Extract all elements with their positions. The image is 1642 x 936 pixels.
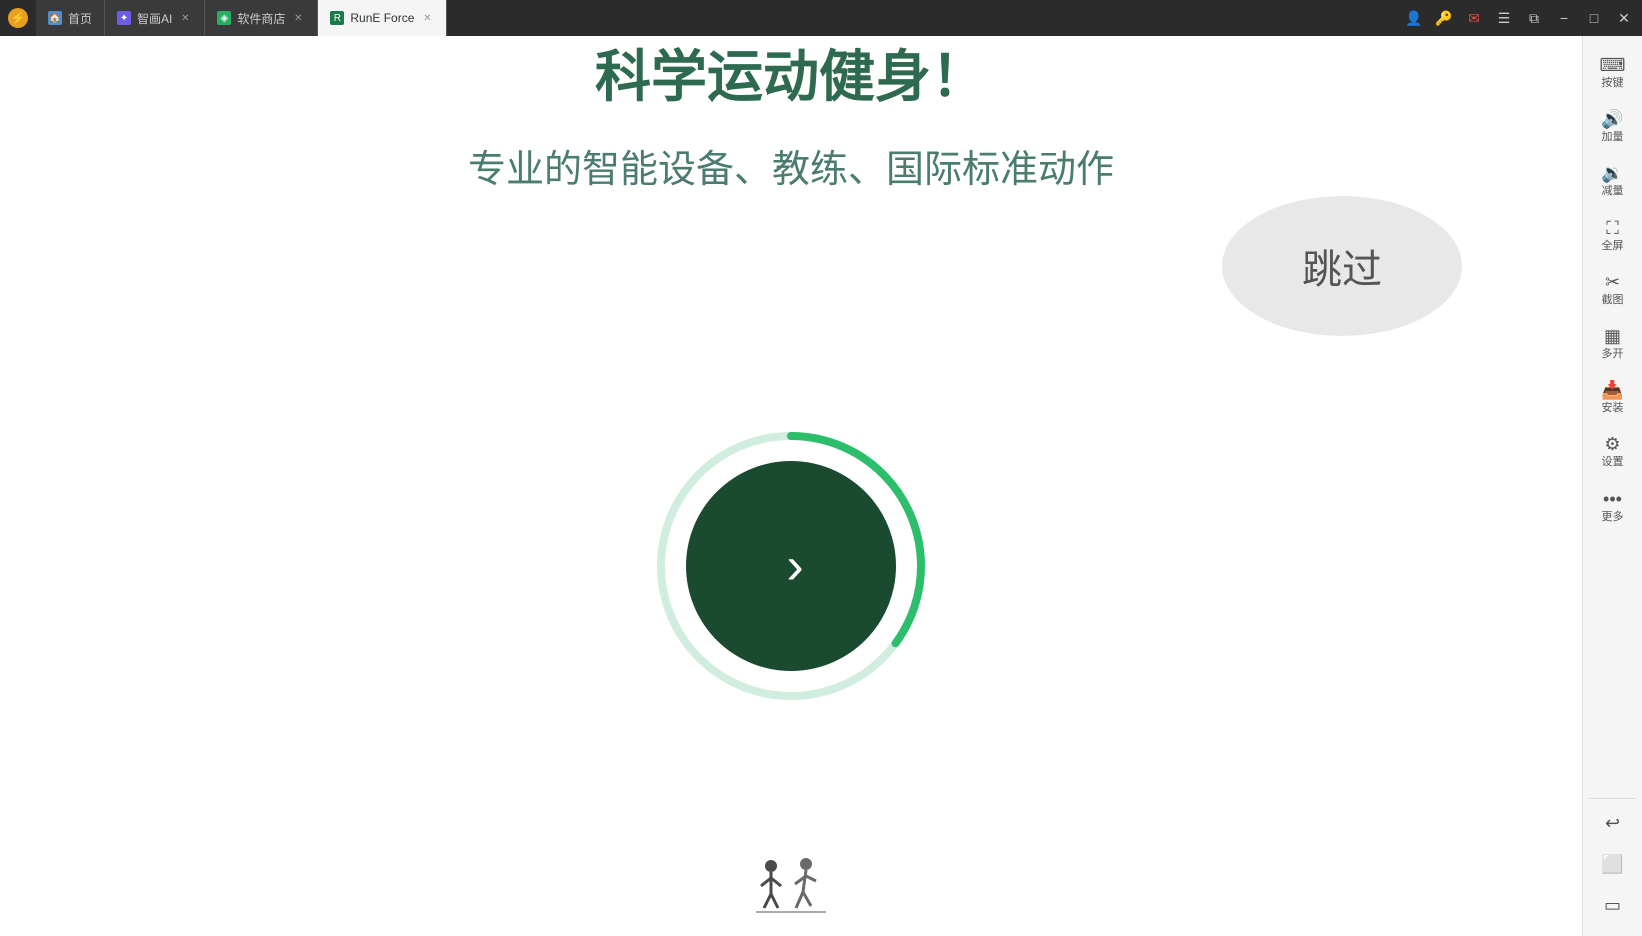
main-area: 科学运动健身！ 专业的智能设备、教练、国际标准动作 跳过: [0, 36, 1642, 936]
account-button[interactable]: 🔑: [1430, 4, 1458, 32]
sidebar-label-multi: 多开: [1602, 348, 1624, 361]
bottom-figure: [751, 856, 831, 916]
sidebar-item-volume-up[interactable]: 🔊 加量: [1583, 100, 1642, 154]
sidebar-bottom: ↩ ⬜ ▭: [1583, 794, 1642, 926]
tab-label-ai: 智画AI: [137, 10, 172, 27]
tab-label-home: 首页: [68, 10, 92, 27]
sidebar-home-nav-button[interactable]: ⬜: [1583, 844, 1642, 885]
app-icon: ⚡: [0, 0, 36, 36]
sidebar-label-keys: 按键: [1602, 77, 1624, 90]
back-icon: ↩: [1605, 813, 1620, 834]
sidebar-label-fullscreen: 全屏: [1602, 240, 1624, 253]
profile-button[interactable]: 👤: [1400, 4, 1428, 32]
sidebar-item-volume-down[interactable]: 🔉 减量: [1583, 154, 1642, 208]
subtitle: 专业的智能设备、教练、国际标准动作: [468, 138, 1114, 193]
sidebar-item-settings[interactable]: ⚙ 设置: [1583, 425, 1642, 479]
sidebar-label-settings: 设置: [1602, 456, 1624, 469]
titlebar-left: ⚡ 🏠 首页 ✦ 智画AI ✕ ◈ 软件商店 ✕ R RunE Force ✕: [0, 0, 1400, 36]
sidebar-item-screenshot[interactable]: ✂ 截图: [1583, 263, 1642, 317]
tab-close-ai[interactable]: ✕: [178, 11, 192, 25]
menu-button[interactable]: ☰: [1490, 4, 1518, 32]
sidebar-label-volume-down: 减量: [1602, 185, 1624, 198]
tab-favicon-home: 🏠: [48, 11, 62, 25]
maximize-button[interactable]: □: [1580, 4, 1608, 32]
svg-text:⚡: ⚡: [11, 11, 26, 25]
tab-ai[interactable]: ✦ 智画AI ✕: [105, 0, 205, 36]
volume-down-icon: 🔉: [1601, 164, 1623, 182]
tab-favicon-ai: ✦: [117, 11, 131, 25]
install-icon: 📥: [1601, 381, 1623, 399]
sidebar-item-more[interactable]: ••• 更多: [1583, 480, 1642, 534]
circle-progress-container: ›: [651, 426, 931, 706]
recent-icon: ▭: [1604, 895, 1621, 916]
sidebar-back-button[interactable]: ↩: [1583, 803, 1642, 844]
content-area: 科学运动健身！ 专业的智能设备、教练、国际标准动作 跳过: [0, 36, 1582, 936]
tab-label-rune: RunE Force: [350, 11, 414, 25]
next-button[interactable]: ›: [686, 461, 896, 671]
multi-icon: ▦: [1604, 327, 1621, 345]
tab-rune[interactable]: R RunE Force ✕: [318, 0, 447, 36]
sidebar-divider: [1589, 798, 1636, 799]
sidebar-label-more: 更多: [1602, 511, 1624, 524]
more-icon: •••: [1603, 490, 1622, 508]
sidebar-item-multi[interactable]: ▦ 多开: [1583, 317, 1642, 371]
settings-icon: ⚙: [1604, 435, 1620, 453]
close-button[interactable]: ✕: [1610, 4, 1638, 32]
skip-label: 跳过: [1302, 237, 1382, 295]
sidebar-item-keys[interactable]: ⌨ 按键: [1583, 46, 1642, 100]
fullscreen-icon: ⛶: [1606, 219, 1619, 237]
tab-home[interactable]: 🏠 首页: [36, 0, 105, 36]
volume-up-icon: 🔊: [1601, 110, 1623, 128]
sidebar-label-screenshot: 截图: [1602, 294, 1624, 307]
tab-favicon-rune: R: [330, 11, 344, 25]
home-nav-icon: ⬜: [1601, 854, 1623, 875]
chevron-right-icon: ›: [786, 540, 803, 592]
restore-down-button[interactable]: ⧉: [1520, 4, 1548, 32]
right-sidebar: ⌨ 按键 🔊 加量 🔉 减量 ⛶ 全屏 ✂ 截图 ▦ 多开 📥 安装 ⚙: [1582, 36, 1642, 936]
keys-icon: ⌨: [1600, 56, 1626, 74]
screenshot-icon: ✂: [1605, 273, 1620, 291]
minimize-button[interactable]: −: [1550, 4, 1578, 32]
titlebar-right: 👤 🔑 ✉ ☰ ⧉ − □ ✕: [1400, 4, 1642, 32]
tab-store[interactable]: ◈ 软件商店 ✕: [205, 0, 318, 36]
tab-close-store[interactable]: ✕: [291, 11, 305, 25]
sidebar-item-install[interactable]: 📥 安装: [1583, 371, 1642, 425]
sidebar-label-volume-up: 加量: [1602, 131, 1624, 144]
tab-label-store: 软件商店: [237, 10, 285, 27]
headline-partial: 科学运动健身！: [0, 36, 1582, 108]
titlebar: ⚡ 🏠 首页 ✦ 智画AI ✕ ◈ 软件商店 ✕ R RunE Force ✕ …: [0, 0, 1642, 36]
skip-button[interactable]: 跳过: [1222, 196, 1462, 336]
sidebar-item-fullscreen[interactable]: ⛶ 全屏: [1583, 209, 1642, 263]
sidebar-recent-button[interactable]: ▭: [1583, 885, 1642, 926]
mail-button[interactable]: ✉: [1460, 4, 1488, 32]
tab-favicon-store: ◈: [217, 11, 231, 25]
tab-close-rune[interactable]: ✕: [420, 11, 434, 25]
sidebar-label-install: 安装: [1602, 402, 1624, 415]
exercise-figure-svg: [751, 856, 831, 916]
circle-progress: ›: [651, 426, 931, 706]
